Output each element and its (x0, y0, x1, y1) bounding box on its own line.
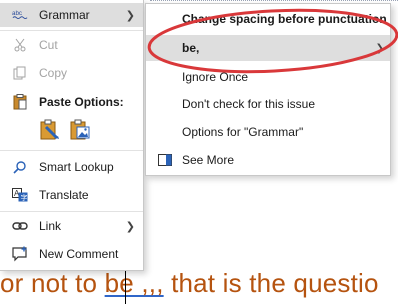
menu-item-copy[interactable]: Copy (0, 61, 143, 85)
translate-icon: A字 (12, 187, 28, 203)
link-icon (12, 218, 28, 234)
suggestion-label: be, (182, 41, 200, 55)
menu-item-label: Copy (39, 66, 68, 80)
copy-icon (12, 65, 28, 81)
menu-item-label: Options for "Grammar" (182, 125, 304, 139)
scissors-icon (12, 37, 28, 53)
menu-item-label: Ignore Once (182, 70, 249, 84)
menu-item-new-comment[interactable]: New Comment (0, 242, 143, 266)
menu-item-smart-lookup[interactable]: Smart Lookup (0, 155, 143, 179)
paste-picture-button[interactable] (68, 118, 92, 142)
menu-item-grammar-options[interactable]: Options for "Grammar" (146, 119, 390, 145)
document-page-edge (150, 0, 398, 2)
menu-item-label: Smart Lookup (39, 160, 114, 174)
menu-item-see-more[interactable]: See More (146, 147, 390, 173)
comment-icon (12, 246, 28, 262)
menu-item-grammar[interactable]: abc Grammar ❯ (0, 3, 143, 27)
menu-separator (0, 30, 143, 31)
grammar-flagged-word[interactable]: be ,,, (105, 268, 164, 298)
menu-item-cut[interactable]: Cut (0, 33, 143, 57)
document-text-line[interactable]: or not to be ,,, that is the questio (0, 268, 379, 299)
svg-text:字: 字 (21, 193, 28, 202)
menu-item-ignore-once[interactable]: Ignore Once (146, 64, 390, 90)
clipboard-icon (12, 94, 28, 110)
menu-item-paste-options: Paste Options: (0, 90, 143, 114)
picture-icon (68, 119, 92, 145)
svg-text:abc: abc (12, 10, 22, 17)
keep-text-only-icon (38, 119, 62, 145)
chevron-right-icon: ❯ (375, 42, 384, 54)
suggestion-header-label: Change spacing before punctuation (182, 12, 387, 26)
abc-proofing-icon: abc (12, 7, 28, 23)
pane-icon (158, 153, 172, 167)
menu-item-label: Translate (39, 188, 89, 202)
text-cursor (125, 270, 126, 304)
menu-item-label: Cut (39, 38, 58, 52)
chevron-right-icon: ❯ (125, 9, 135, 22)
menu-item-label: Grammar (39, 8, 90, 22)
paste-keep-text-only-button[interactable] (38, 118, 62, 142)
menu-item-label: Paste Options: (39, 95, 124, 109)
context-menu: abc Grammar ❯ Cut Copy Paste Options: Sm… (0, 0, 144, 271)
menu-item-label: New Comment (39, 247, 119, 261)
menu-item-dont-check[interactable]: Don't check for this issue (146, 91, 390, 117)
grammar-submenu: Change spacing before punctuation be, ❯ … (145, 3, 391, 176)
chevron-right-icon: ❯ (125, 220, 135, 233)
suggestion-header: Change spacing before punctuation (146, 6, 390, 32)
menu-item-translate[interactable]: A字 Translate (0, 183, 143, 207)
search-icon (12, 159, 28, 175)
menu-separator (0, 211, 143, 212)
menu-item-link[interactable]: Link ❯ (0, 214, 143, 238)
menu-item-label: Link (39, 219, 62, 233)
suggestion-be-comma[interactable]: be, ❯ (146, 35, 390, 61)
menu-separator (0, 150, 143, 151)
menu-item-label: Don't check for this issue (182, 97, 316, 111)
menu-item-label: See More (182, 153, 235, 167)
